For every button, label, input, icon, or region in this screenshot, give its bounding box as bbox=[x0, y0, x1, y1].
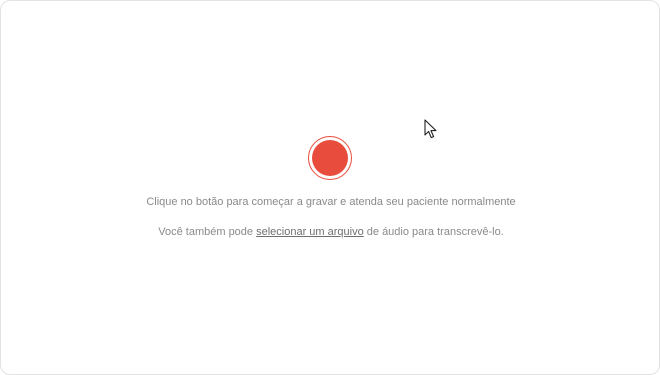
record-button[interactable] bbox=[308, 136, 352, 180]
mouse-pointer-icon bbox=[424, 119, 437, 139]
recorder-card: Clique no botão para começar a gravar e … bbox=[0, 0, 660, 375]
upload-text-suffix: de áudio para transcrevê-lo. bbox=[363, 226, 504, 238]
upload-text-prefix: Você também pode bbox=[158, 226, 257, 238]
select-file-link[interactable]: selecionar um arquivo bbox=[256, 226, 364, 238]
record-circle-icon bbox=[312, 140, 348, 176]
record-instruction-text: Clique no botão para começar a gravar e … bbox=[146, 196, 516, 208]
upload-alternative-text: Você também pode selecionar um arquivo d… bbox=[1, 225, 660, 239]
